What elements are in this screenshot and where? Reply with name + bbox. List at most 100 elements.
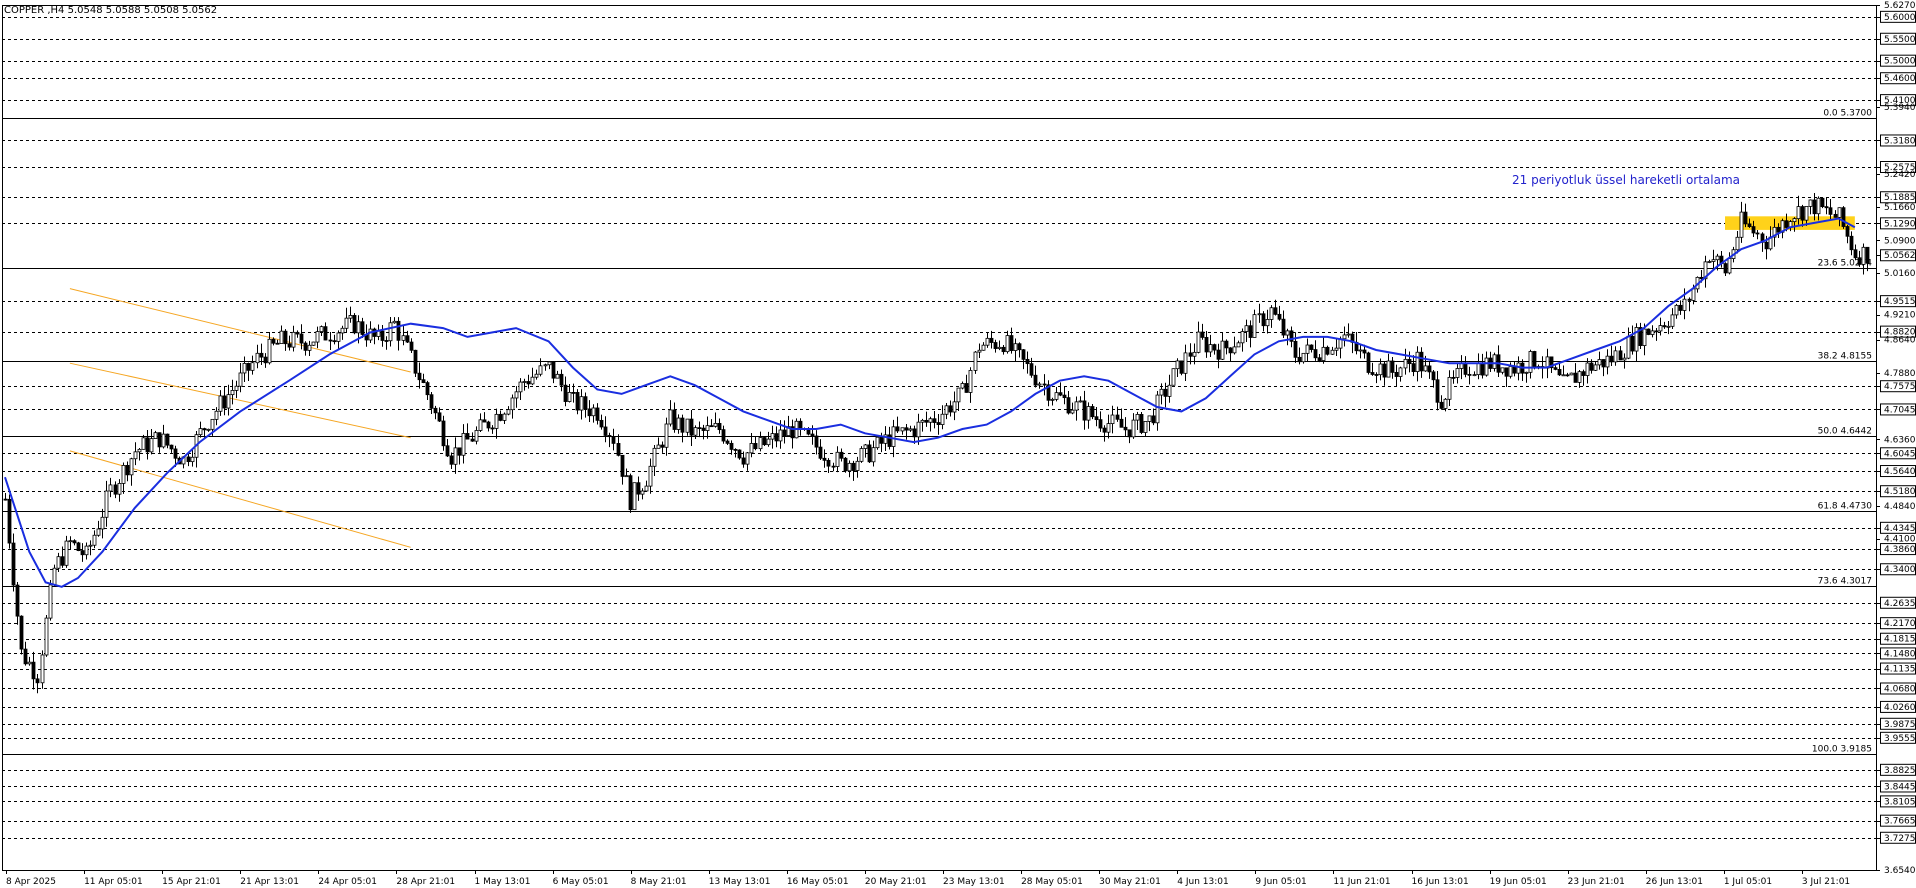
candle-body — [571, 391, 576, 394]
candle-body — [1317, 357, 1322, 361]
price-label: 4.0680 — [1884, 684, 1916, 694]
candle-body — [705, 425, 710, 431]
candle-body — [1131, 419, 1136, 438]
time-label: 20 May 21:01 — [865, 877, 927, 887]
candle — [1820, 197, 1825, 209]
price-label: 4.5640 — [1884, 467, 1916, 477]
candle-body — [1727, 258, 1732, 274]
candle-body — [1816, 197, 1821, 215]
candle-body — [1236, 342, 1241, 348]
candle-body — [924, 419, 929, 423]
candle-body — [859, 448, 864, 462]
price-label: 5.1885 — [1884, 193, 1916, 203]
candle-body — [465, 433, 470, 440]
candle-body — [1285, 330, 1290, 336]
candle-body — [1216, 349, 1221, 360]
candle-body — [23, 648, 28, 665]
candle-body — [1492, 354, 1497, 369]
candle-body — [530, 376, 535, 385]
candle-body — [1175, 360, 1180, 370]
candle-body — [1812, 199, 1817, 215]
candle-body — [1183, 352, 1188, 374]
candle-body — [356, 321, 361, 334]
candle-body — [599, 419, 604, 428]
price-label: 4.1815 — [1884, 635, 1916, 645]
candle — [737, 449, 742, 460]
candle-body — [1151, 415, 1156, 424]
candle-body — [648, 465, 653, 487]
time-label: 3 Jul 21:01 — [1802, 877, 1850, 887]
candle-body — [1845, 226, 1850, 237]
candle-body — [283, 330, 288, 345]
candle-body — [575, 392, 580, 411]
candle-body — [1139, 414, 1144, 433]
candle-body — [417, 372, 422, 381]
candle-body — [1171, 368, 1176, 386]
candle-body — [1662, 325, 1667, 328]
candle-body — [1196, 331, 1201, 353]
candle-body — [1581, 371, 1586, 376]
time-label: 8 May 21:01 — [631, 877, 687, 887]
candle-body — [518, 381, 523, 393]
candle-body — [1090, 406, 1095, 418]
candle-body — [721, 429, 726, 442]
candle-body — [591, 407, 596, 417]
candle-body — [774, 433, 779, 442]
candle-body — [1504, 367, 1509, 377]
candle-body — [745, 452, 750, 465]
candle-body — [206, 428, 211, 431]
candle-body — [733, 448, 738, 451]
candle-body — [1386, 360, 1391, 378]
time-label: 4 Jun 13:01 — [1177, 877, 1228, 887]
price-label: 5.0562 — [1884, 251, 1916, 261]
candle-body — [1163, 388, 1168, 397]
candle-body — [84, 545, 89, 556]
time-label: 28 Apr 21:01 — [396, 877, 455, 887]
candle — [1171, 368, 1176, 386]
candle-body — [1626, 335, 1631, 359]
candle-body — [76, 542, 81, 552]
candle-body — [1553, 367, 1558, 370]
fib-label: 0.0 5.3700 — [1823, 109, 1872, 119]
candle-body — [595, 407, 600, 421]
candle-body — [709, 425, 714, 428]
candle-body — [1654, 330, 1659, 333]
candle-body — [1524, 371, 1529, 374]
candle-body — [405, 335, 410, 343]
candle-body — [299, 333, 304, 344]
candle-body — [52, 567, 57, 586]
candle — [973, 351, 978, 374]
candle-body — [944, 405, 949, 415]
time-label: 30 May 21:01 — [1099, 877, 1161, 887]
candle-body — [368, 328, 373, 341]
candle-body — [44, 617, 49, 656]
candle-body — [31, 661, 36, 680]
candle-body — [717, 422, 722, 431]
price-label: 4.3400 — [1884, 565, 1916, 575]
candle-body — [624, 475, 629, 478]
candle-body — [1102, 427, 1107, 433]
candle-body — [437, 412, 442, 422]
candle-body — [1208, 344, 1213, 353]
candle-body — [603, 426, 608, 436]
candle-body — [108, 484, 113, 492]
candle-body — [1407, 358, 1412, 365]
candle-body — [1362, 349, 1367, 354]
candle-body — [64, 540, 69, 566]
candle-body — [1585, 362, 1590, 376]
candle-body — [920, 419, 925, 423]
price-label: 4.9210 — [1884, 311, 1916, 321]
candle-body — [1212, 344, 1217, 351]
candle — [1139, 411, 1144, 435]
candle-body — [1439, 401, 1444, 409]
price-label: 4.2170 — [1884, 619, 1916, 629]
candle-body — [125, 465, 130, 476]
candle-body — [1755, 232, 1760, 235]
candle-body — [149, 438, 154, 453]
candle-body — [279, 330, 284, 344]
candle — [1179, 360, 1184, 376]
candle-body — [1824, 206, 1829, 209]
candle-body — [474, 430, 479, 442]
candle-body — [822, 457, 827, 461]
fib-label: 100.0 3.9185 — [1812, 745, 1872, 755]
